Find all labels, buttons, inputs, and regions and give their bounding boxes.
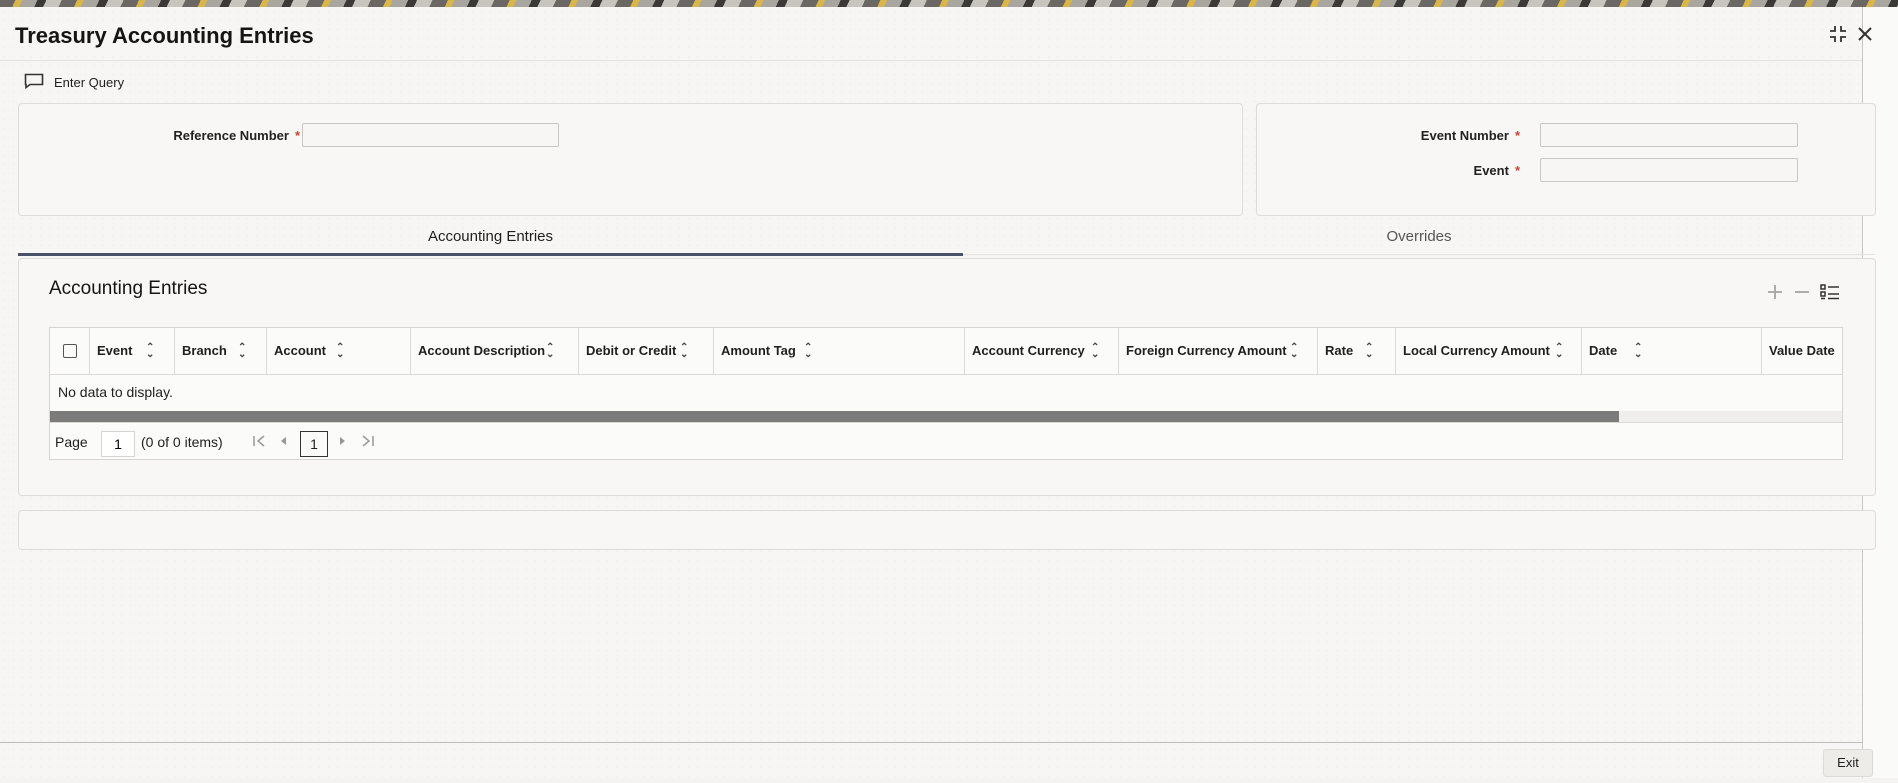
delete-row-icon[interactable] <box>1793 283 1811 307</box>
required-marker: * <box>294 128 300 143</box>
comment-icon <box>24 73 44 92</box>
enter-query-button[interactable]: Enter Query <box>24 73 124 92</box>
next-page-icon[interactable] <box>338 434 348 451</box>
event-label: Event * <box>1473 163 1520 178</box>
current-page-button[interactable]: 1 <box>300 431 328 457</box>
column-header-local-currency-amount[interactable]: Local Currency Amount ⌃ ⌄ <box>1395 328 1581 374</box>
pagination-bar: Page (0 of 0 items) 1 <box>50 422 1842 461</box>
accounting-entries-table: Event ⌃ ⌄ Branch ⌃ ⌄ Account ⌃ ⌄ Account Descr… <box>49 327 1843 460</box>
event-input[interactable] <box>1540 158 1798 182</box>
event-number-label: Event Number * <box>1420 128 1520 143</box>
first-page-icon[interactable] <box>252 434 266 451</box>
select-all-checkbox[interactable] <box>63 344 77 358</box>
tab-overrides[interactable]: Overrides <box>963 228 1875 245</box>
column-header-debit-or-credit[interactable]: Debit or Credit ⌃ ⌄ <box>578 328 713 374</box>
tab-accounting-entries[interactable]: Accounting Entries <box>18 228 963 245</box>
sort-icon: ⌃ ⌄ <box>1555 342 1564 360</box>
sort-icon: ⌃ ⌄ <box>546 342 555 360</box>
exit-button[interactable]: Exit <box>1823 749 1873 777</box>
add-row-icon[interactable] <box>1766 283 1784 307</box>
section-title: Accounting Entries <box>49 278 208 299</box>
column-header-date[interactable]: Date ⌃ ⌄ <box>1581 328 1761 374</box>
previous-page-icon[interactable] <box>278 434 288 451</box>
header-divider <box>0 60 1862 61</box>
required-marker: * <box>1514 128 1520 143</box>
sort-icon: ⌃ ⌄ <box>238 342 247 360</box>
sort-icon: ⌃ ⌄ <box>1091 342 1100 360</box>
required-marker: * <box>1514 163 1520 178</box>
reference-number-input[interactable] <box>302 123 559 147</box>
page-number-input[interactable] <box>101 431 135 457</box>
reference-panel <box>18 103 1243 216</box>
column-header-amount-tag[interactable]: Amount Tag ⌃ ⌄ <box>713 328 964 374</box>
sort-icon: ⌃ ⌄ <box>1634 342 1643 360</box>
close-icon[interactable] <box>1857 24 1873 49</box>
column-header-value-date[interactable]: Value Date <box>1761 328 1842 374</box>
column-header-event[interactable]: Event ⌃ ⌄ <box>89 328 174 374</box>
event-number-input[interactable] <box>1540 123 1798 147</box>
empty-table-message: No data to display. <box>58 384 173 400</box>
column-header-branch[interactable]: Branch ⌃ ⌄ <box>174 328 266 374</box>
top-decorative-strip <box>0 0 1898 7</box>
column-header-foreign-currency-amount[interactable]: Foreign Currency Amount ⌃ ⌄ <box>1118 328 1317 374</box>
column-header-account-description[interactable]: Account Description ⌃ ⌄ <box>410 328 578 374</box>
single-record-view-icon[interactable] <box>1820 283 1840 307</box>
last-page-icon[interactable] <box>361 434 375 451</box>
items-count: (0 of 0 items) <box>141 434 223 450</box>
reference-number-label: Reference Number * <box>173 128 300 143</box>
horizontal-scrollbar-thumb[interactable] <box>50 411 1619 422</box>
sort-icon: ⌃ ⌄ <box>1365 342 1374 360</box>
minimize-icon[interactable] <box>1828 24 1848 49</box>
sort-icon: ⌃ ⌄ <box>146 342 155 360</box>
sort-icon: ⌃ ⌄ <box>804 342 813 360</box>
tab-baseline <box>963 254 1875 255</box>
page-label: Page <box>55 434 88 450</box>
footer-divider <box>0 742 1862 743</box>
enter-query-label: Enter Query <box>54 75 125 90</box>
table-header: Event ⌃ ⌄ Branch ⌃ ⌄ Account ⌃ ⌄ Account Descr… <box>50 328 1842 375</box>
active-tab-indicator <box>18 253 963 256</box>
column-header-rate[interactable]: Rate ⌃ ⌄ <box>1317 328 1395 374</box>
window-title: Treasury Accounting Entries <box>15 23 314 48</box>
column-header-account-currency[interactable]: Account Currency ⌃ ⌄ <box>964 328 1118 374</box>
sort-icon: ⌃ ⌄ <box>336 342 345 360</box>
sort-icon: ⌃ ⌄ <box>680 342 689 360</box>
sort-icon: ⌃ ⌄ <box>1290 342 1299 360</box>
footer-panel <box>18 510 1876 550</box>
column-header-account[interactable]: Account ⌃ ⌄ <box>266 328 410 374</box>
